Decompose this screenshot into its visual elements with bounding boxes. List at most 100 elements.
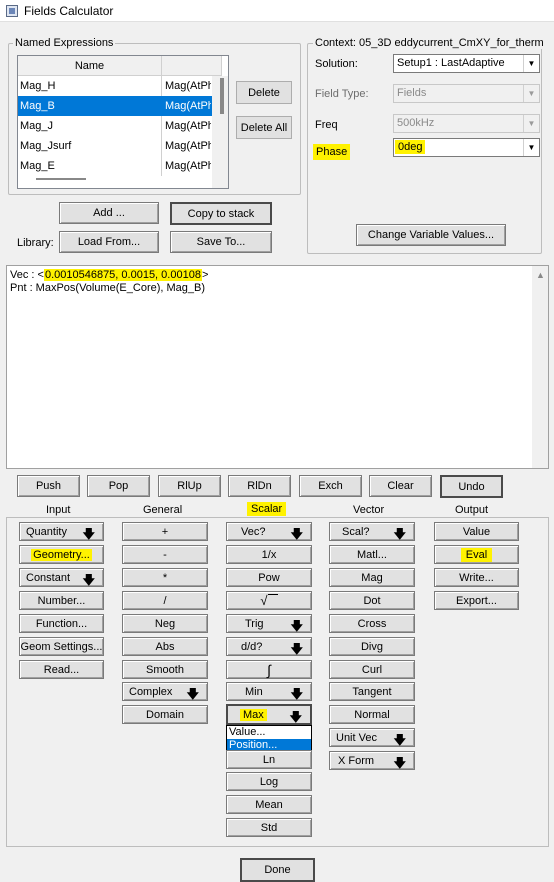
cross-button[interactable]: Cross — [329, 614, 415, 633]
minus-button[interactable]: - — [122, 545, 208, 564]
phase-label: Phase — [313, 144, 351, 160]
solution-select[interactable]: Setup1 : LastAdaptive ▼ — [393, 54, 540, 73]
mean-button[interactable]: Mean — [226, 795, 312, 814]
title-bar: Fields Calculator — [0, 0, 554, 22]
neg-button[interactable]: Neg — [122, 614, 208, 633]
load-from-button[interactable]: Load From... — [59, 231, 159, 253]
field-type-select: Fields ▼ — [393, 84, 540, 103]
table-row[interactable]: Mag_J Mag(AtPh — [18, 116, 213, 136]
chevron-down-icon: ▼ — [523, 85, 539, 102]
exchange-button[interactable]: Exch — [299, 475, 362, 497]
solution-label: Solution: — [315, 58, 358, 70]
table-horizontal-scroll-thumb[interactable] — [36, 178, 86, 180]
scal-to-vector-button[interactable]: Scal? 🡇 — [329, 522, 415, 541]
down-arrow-icon: 🡇 — [290, 619, 303, 633]
library-label: Library: — [17, 237, 54, 249]
max-value-option[interactable]: Value... — [227, 726, 311, 739]
trig-button[interactable]: Trig 🡇 — [226, 614, 312, 633]
value-button[interactable]: Value — [434, 522, 519, 541]
down-arrow-icon: 🡇 — [290, 527, 303, 541]
table-row[interactable]: Mag_E Mag(AtPh — [18, 156, 213, 176]
down-arrow-icon: 🡇 — [393, 527, 406, 541]
stack-line-point: Pnt : MaxPos(Volume(E_Core), Mag_B) — [10, 282, 206, 294]
scroll-up-icon: ▲ — [536, 270, 545, 280]
add-button[interactable]: Add ... — [59, 202, 159, 224]
log-button[interactable]: Log — [226, 772, 312, 791]
table-row[interactable]: Mag_H Mag(AtPh — [18, 76, 213, 96]
min-button[interactable]: Min 🡇 — [226, 682, 312, 701]
undo-button[interactable]: Undo — [440, 475, 503, 498]
quantity-button[interactable]: Quantity 🡇 — [19, 522, 104, 541]
smooth-button[interactable]: Smooth — [122, 660, 208, 679]
sqrt-icon: √ — [260, 593, 268, 608]
abs-button[interactable]: Abs — [122, 637, 208, 656]
derivative-button[interactable]: d/d? 🡇 — [226, 637, 312, 656]
vector-column-header: Vector — [353, 504, 385, 516]
freq-select: 500kHz ▼ — [393, 114, 540, 133]
vector-value: 0.0010546875, 0.0015, 0.00108 — [43, 269, 202, 281]
divide-button[interactable]: / — [122, 591, 208, 610]
general-column-header: General — [143, 504, 183, 516]
matl-button[interactable]: Matl... — [329, 545, 415, 564]
stack-display[interactable]: Vec : <0.0010546875, 0.0015, 0.00108> Pn… — [6, 265, 549, 469]
roll-up-button[interactable]: RlUp — [158, 475, 221, 497]
column-header-name[interactable]: Name — [18, 56, 162, 76]
save-to-button[interactable]: Save To... — [170, 231, 272, 253]
table-scroll-thumb[interactable] — [220, 78, 224, 114]
sqrt-button[interactable]: √ — [226, 591, 312, 610]
complex-button[interactable]: Complex 🡇 — [122, 682, 208, 701]
constant-button[interactable]: Constant 🡇 — [19, 568, 104, 587]
domain-button[interactable]: Domain — [122, 705, 208, 724]
integrate-button[interactable]: ∫ — [226, 660, 312, 679]
plus-button[interactable]: + — [122, 522, 208, 541]
delete-button[interactable]: Delete — [236, 81, 292, 104]
table-row-selected[interactable]: Mag_B Mag(AtPh — [18, 96, 213, 116]
done-button[interactable]: Done — [240, 858, 315, 882]
ln-button[interactable]: Ln — [226, 750, 312, 769]
output-column-header: Output — [455, 504, 489, 516]
push-button[interactable]: Push — [17, 475, 80, 497]
write-button[interactable]: Write... — [434, 568, 519, 587]
input-column-header: Input — [46, 504, 71, 516]
tangent-button[interactable]: Tangent — [329, 682, 415, 701]
column-header-expression[interactable] — [162, 56, 222, 76]
unit-vec-button[interactable]: Unit Vec 🡇 — [329, 728, 415, 747]
clear-button[interactable]: Clear — [369, 475, 432, 497]
x-form-button[interactable]: X Form 🡇 — [329, 751, 415, 770]
named-expressions-table: Name Mag_H Mag(AtPh Mag_B Mag(AtPh Mag_J Ma… — [17, 55, 229, 189]
down-arrow-icon: 🡇 — [82, 573, 95, 587]
phase-select[interactable]: 0deg ▼ — [393, 138, 540, 157]
change-variable-values-button[interactable]: Change Variable Values... — [356, 224, 506, 246]
read-button[interactable]: Read... — [19, 660, 104, 679]
curl-button[interactable]: Curl — [329, 660, 415, 679]
multiply-button[interactable]: * — [122, 568, 208, 587]
window-title: Fields Calculator — [24, 4, 114, 18]
context-legend: Context: 05_3D eddycurrent_CmXY_for_ther… — [313, 37, 543, 49]
table-row[interactable]: Mag_Jsurf Mag(AtPh — [18, 136, 213, 156]
max-button[interactable]: Max 🡇 — [226, 704, 312, 725]
dot-button[interactable]: Dot — [329, 591, 415, 610]
number-button[interactable]: Number... — [19, 591, 104, 610]
geometry-button[interactable]: Geometry... — [19, 545, 104, 564]
pow-button[interactable]: Pow — [226, 568, 312, 587]
mag-button[interactable]: Mag — [329, 568, 415, 587]
divg-button[interactable]: Divg — [329, 637, 415, 656]
calculator-icon — [6, 5, 18, 17]
stack-scrollbar[interactable]: ▲ — [532, 266, 548, 468]
delete-all-button[interactable]: Delete All — [236, 116, 292, 139]
integral-icon: ∫ — [267, 661, 271, 678]
reciprocal-button[interactable]: 1/x — [226, 545, 312, 564]
copy-to-stack-button[interactable]: Copy to stack — [170, 202, 272, 225]
function-button[interactable]: Function... — [19, 614, 104, 633]
std-button[interactable]: Std — [226, 818, 312, 837]
geom-settings-button[interactable]: Geom Settings... — [19, 637, 104, 656]
normal-button[interactable]: Normal — [329, 705, 415, 724]
roll-down-button[interactable]: RlDn — [228, 475, 291, 497]
chevron-down-icon: ▼ — [523, 55, 539, 72]
eval-button[interactable]: Eval — [434, 545, 519, 564]
down-arrow-icon: 🡇 — [393, 733, 406, 747]
export-button[interactable]: Export... — [434, 591, 519, 610]
pop-button[interactable]: Pop — [87, 475, 150, 497]
vec-to-scalar-button[interactable]: Vec? 🡇 — [226, 522, 312, 541]
field-type-label: Field Type: — [315, 88, 369, 100]
